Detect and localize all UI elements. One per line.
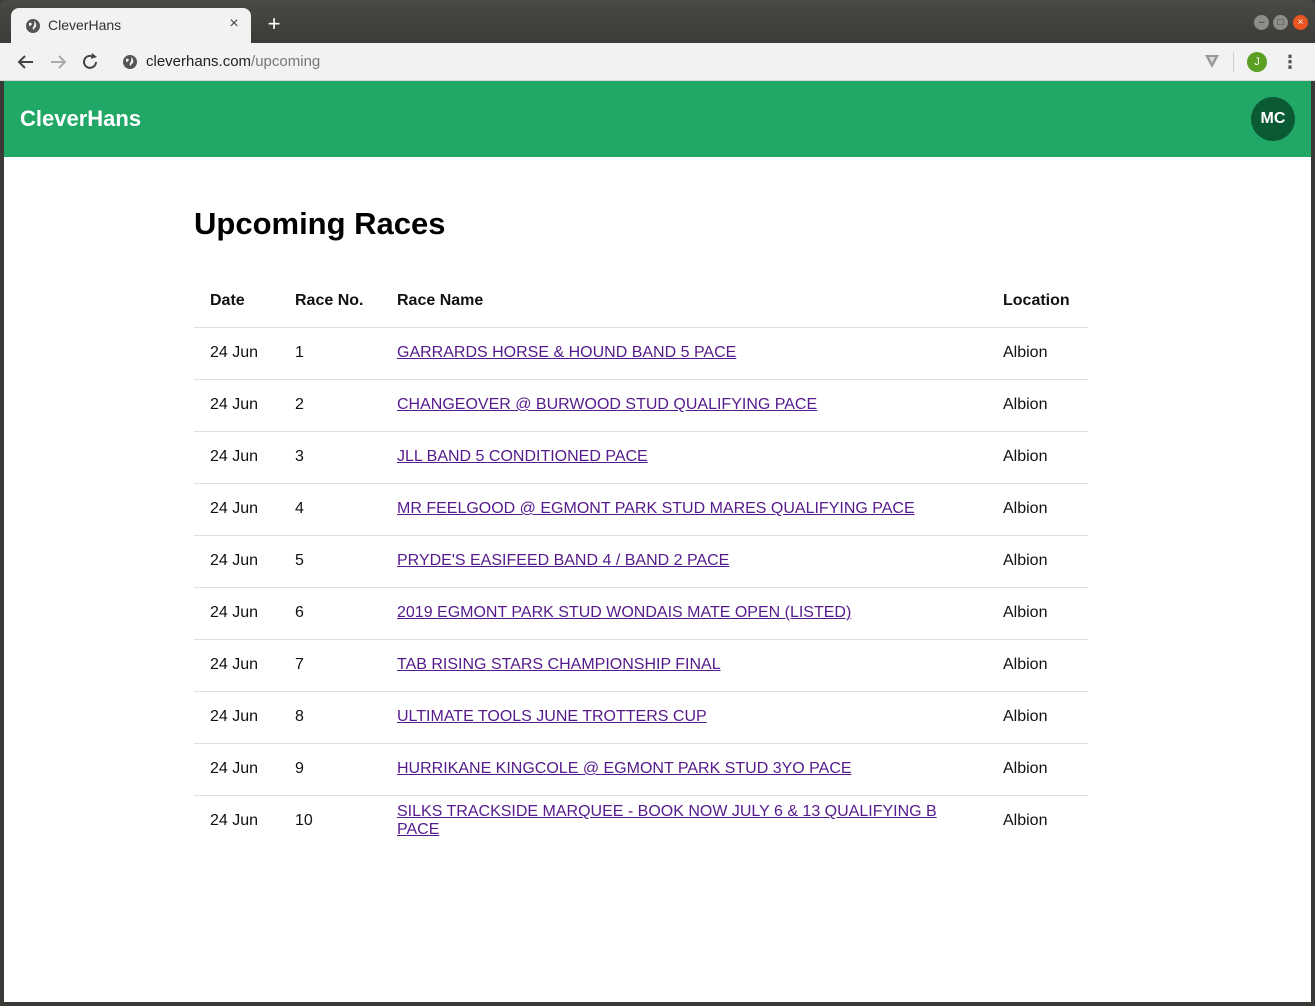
page-title: Upcoming Races	[194, 206, 446, 241]
race-name-cell: JLL BAND 5 CONDITIONED PACE	[381, 431, 987, 484]
profile-avatar[interactable]: J	[1247, 52, 1267, 72]
toolbar-divider	[1233, 52, 1234, 72]
race-name-link[interactable]: HURRIKANE KINGCOLE @ EGMONT PARK STUD 3Y…	[397, 760, 852, 777]
column-header-race-name: Race Name	[381, 275, 987, 328]
race-number: 9	[279, 743, 381, 796]
maximize-icon: □	[1277, 17, 1284, 28]
tab-strip: CleverHans × + – □ ×	[0, 0, 1315, 43]
race-number: 4	[279, 483, 381, 536]
url-text: cleverhans.com/upcoming	[146, 53, 320, 70]
race-date: 24 Jun	[194, 483, 279, 536]
reload-icon[interactable]	[79, 51, 101, 73]
column-header-date: Date	[194, 275, 279, 328]
site-info-icon[interactable]	[122, 54, 138, 70]
table-row: 24 Jun 8 ULTIMATE TOOLS JUNE TROTTERS CUP A…	[194, 691, 1088, 744]
race-date: 24 Jun	[194, 691, 279, 744]
race-name-cell: PRYDE'S EASIFEED BAND 4 / BAND 2 PACE	[381, 535, 987, 588]
race-location: Albion	[987, 587, 1088, 640]
race-location: Albion	[987, 431, 1088, 484]
browser-toolbar: cleverhans.com/upcoming J ⋮	[0, 43, 1315, 81]
minimize-window-button[interactable]: –	[1254, 15, 1269, 30]
url-path: /upcoming	[251, 53, 321, 70]
forward-arrow-icon[interactable]	[47, 51, 69, 73]
table-row: 24 Jun 2 CHANGEOVER @ BURWOOD STUD QUALIFY…	[194, 379, 1088, 432]
table-row: 24 Jun 1 GARRARDS HORSE & HOUND BAND 5 PAC…	[194, 327, 1088, 380]
races-table: Date Race No. Race Name Location 24 Jun 1…	[194, 275, 1088, 847]
race-location: Albion	[987, 483, 1088, 536]
close-window-button[interactable]: ×	[1293, 15, 1308, 30]
race-number: 2	[279, 379, 381, 432]
app-brand[interactable]: CleverHans	[20, 106, 141, 132]
race-location: Albion	[1003, 812, 1048, 830]
back-arrow-icon[interactable]	[15, 51, 37, 73]
race-date: 24 Jun	[194, 535, 279, 588]
race-date: 24 Jun	[194, 379, 279, 432]
race-location: Albion	[987, 691, 1088, 744]
minimize-icon: –	[1258, 17, 1265, 28]
race-name-link[interactable]: TAB RISING STARS CHAMPIONSHIP FINAL	[397, 656, 721, 673]
race-number: 1	[279, 327, 381, 380]
race-name-link[interactable]: MR FEELGOOD @ EGMONT PARK STUD MARES QUA…	[397, 500, 915, 517]
column-header-location: Location	[987, 275, 1088, 328]
race-number: 10	[295, 812, 313, 830]
race-name-cell: SILKS TRACKSIDE MARQUEE - BOOK NOW JULY …	[381, 795, 987, 847]
race-name-cell: MR FEELGOOD @ EGMONT PARK STUD MARES QUA…	[381, 483, 987, 536]
table-row: 24 Jun 3 JLL BAND 5 CONDITIONED PACE Albion	[194, 431, 1088, 484]
table-row: 24 Jun 9 HURRIKANE KINGCOLE @ EGMONT PARK …	[194, 743, 1088, 796]
race-name-cell: TAB RISING STARS CHAMPIONSHIP FINAL	[381, 639, 987, 692]
maximize-window-button[interactable]: □	[1273, 15, 1288, 30]
race-date: 24 Jun	[194, 743, 279, 796]
race-number: 6	[279, 587, 381, 640]
table-row: 24 Jun 6 2019 EGMONT PARK STUD WONDAIS MAT…	[194, 587, 1088, 640]
race-location: Albion	[987, 639, 1088, 692]
race-name-link[interactable]: GARRARDS HORSE & HOUND BAND 5 PACE	[397, 344, 736, 361]
close-tab-icon[interactable]: ×	[225, 15, 243, 33]
page-content: CleverHans MC Upcoming Races Date Race N…	[4, 81, 1311, 1002]
tab-title: CleverHans	[48, 17, 122, 33]
race-date: 24 Jun	[194, 327, 279, 380]
table-header-row: Date Race No. Race Name Location	[194, 275, 1088, 328]
race-name-link[interactable]: SILKS TRACKSIDE MARQUEE - BOOK NOW JULY …	[397, 803, 937, 838]
race-name-cell: 2019 EGMONT PARK STUD WONDAIS MATE OPEN …	[381, 587, 987, 640]
race-date: 24 Jun	[194, 431, 279, 484]
race-name-cell: ULTIMATE TOOLS JUNE TROTTERS CUP	[381, 691, 987, 744]
race-name-cell: CHANGEOVER @ BURWOOD STUD QUALIFYING PAC…	[381, 379, 987, 432]
user-avatar[interactable]: MC	[1251, 97, 1295, 141]
table-row: 24 Jun 5 PRYDE'S EASIFEED BAND 4 / BAND 2 …	[194, 535, 1088, 588]
race-location: Albion	[987, 535, 1088, 588]
new-tab-button[interactable]: +	[263, 13, 285, 35]
race-name-link[interactable]: PRYDE'S EASIFEED BAND 4 / BAND 2 PACE	[397, 552, 729, 569]
race-location: Albion	[987, 327, 1088, 380]
close-icon: ×	[1297, 17, 1304, 28]
race-date: 24 Jun	[194, 587, 279, 640]
race-location: Albion	[987, 743, 1088, 796]
browser-menu-icon[interactable]: ⋮	[1280, 52, 1300, 72]
url-host: cleverhans.com	[146, 53, 252, 70]
race-name-link[interactable]: CHANGEOVER @ BURWOOD STUD QUALIFYING PAC…	[397, 396, 817, 413]
races-table-body: 24 Jun 1 GARRARDS HORSE & HOUND BAND 5 PAC…	[194, 327, 1088, 847]
browser-tab[interactable]: CleverHans ×	[11, 8, 251, 43]
race-name-link[interactable]: ULTIMATE TOOLS JUNE TROTTERS CUP	[397, 708, 707, 725]
race-name-cell: GARRARDS HORSE & HOUND BAND 5 PACE	[381, 327, 987, 380]
address-bar[interactable]: cleverhans.com/upcoming	[112, 47, 1192, 77]
race-name-link[interactable]: 2019 EGMONT PARK STUD WONDAIS MATE OPEN …	[397, 604, 851, 621]
table-row: 24 Jun 10 SILKS TRACKSIDE MARQUEE - BOOK N…	[194, 795, 1088, 847]
race-number: 3	[279, 431, 381, 484]
race-number: 7	[279, 639, 381, 692]
browser-window: CleverHans × + – □ × cleverhans.com/upco…	[0, 0, 1315, 1006]
race-number: 5	[279, 535, 381, 588]
race-date: 24 Jun	[194, 639, 279, 692]
table-row: 24 Jun 7 TAB RISING STARS CHAMPIONSHIP FIN…	[194, 639, 1088, 692]
app-header: CleverHans MC	[4, 81, 1311, 157]
race-date: 24 Jun	[210, 812, 259, 830]
race-name-link[interactable]: JLL BAND 5 CONDITIONED PACE	[397, 448, 648, 465]
table-row: 24 Jun 4 MR FEELGOOD @ EGMONT PARK STUD MA…	[194, 483, 1088, 536]
globe-icon	[26, 19, 40, 33]
extension-icon[interactable]	[1203, 52, 1221, 70]
race-number: 8	[279, 691, 381, 744]
race-location: Albion	[987, 379, 1088, 432]
column-header-race-no: Race No.	[279, 275, 381, 328]
race-name-cell: HURRIKANE KINGCOLE @ EGMONT PARK STUD 3Y…	[381, 743, 987, 796]
